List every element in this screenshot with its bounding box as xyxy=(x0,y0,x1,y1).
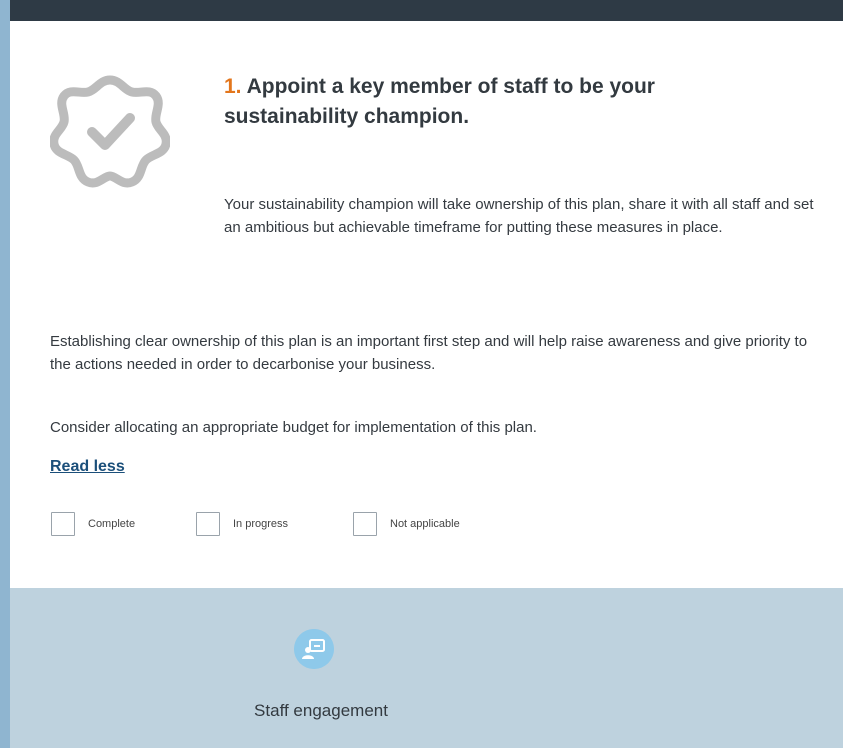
verified-badge-icon xyxy=(50,75,170,188)
step-title: 1. Appoint a key member of staff to be y… xyxy=(224,72,784,132)
staff-presentation-icon xyxy=(294,629,334,669)
not-applicable-checkbox[interactable] xyxy=(353,512,377,536)
status-not-applicable-option[interactable]: Not applicable xyxy=(353,512,503,540)
action-card: 1. Appoint a key member of staff to be y… xyxy=(10,0,843,588)
in-progress-label: In progress xyxy=(233,518,289,530)
complete-label: Complete xyxy=(88,518,136,530)
not-applicable-label: Not applicable xyxy=(390,518,460,530)
complete-checkbox[interactable] xyxy=(51,512,75,536)
step-summary: Your sustainability champion will take o… xyxy=(224,196,814,236)
category-label: Staff engagement xyxy=(254,701,388,720)
page-background-strip xyxy=(0,0,10,748)
card-header-bar xyxy=(10,0,843,21)
step-title-text: Appoint a key member of staff to be your… xyxy=(224,75,655,128)
step-detail-paragraph: Consider allocating an appropriate budge… xyxy=(50,419,537,436)
status-complete-option[interactable]: Complete xyxy=(51,512,171,540)
step-detail-paragraph: Establishing clear ownership of this pla… xyxy=(50,333,808,373)
status-in-progress-option[interactable]: In progress xyxy=(196,512,326,540)
read-less-link[interactable]: Read less xyxy=(50,458,125,476)
step-number: 1. xyxy=(224,75,242,98)
in-progress-checkbox[interactable] xyxy=(196,512,220,536)
category-panel: Staff engagement xyxy=(10,588,843,748)
